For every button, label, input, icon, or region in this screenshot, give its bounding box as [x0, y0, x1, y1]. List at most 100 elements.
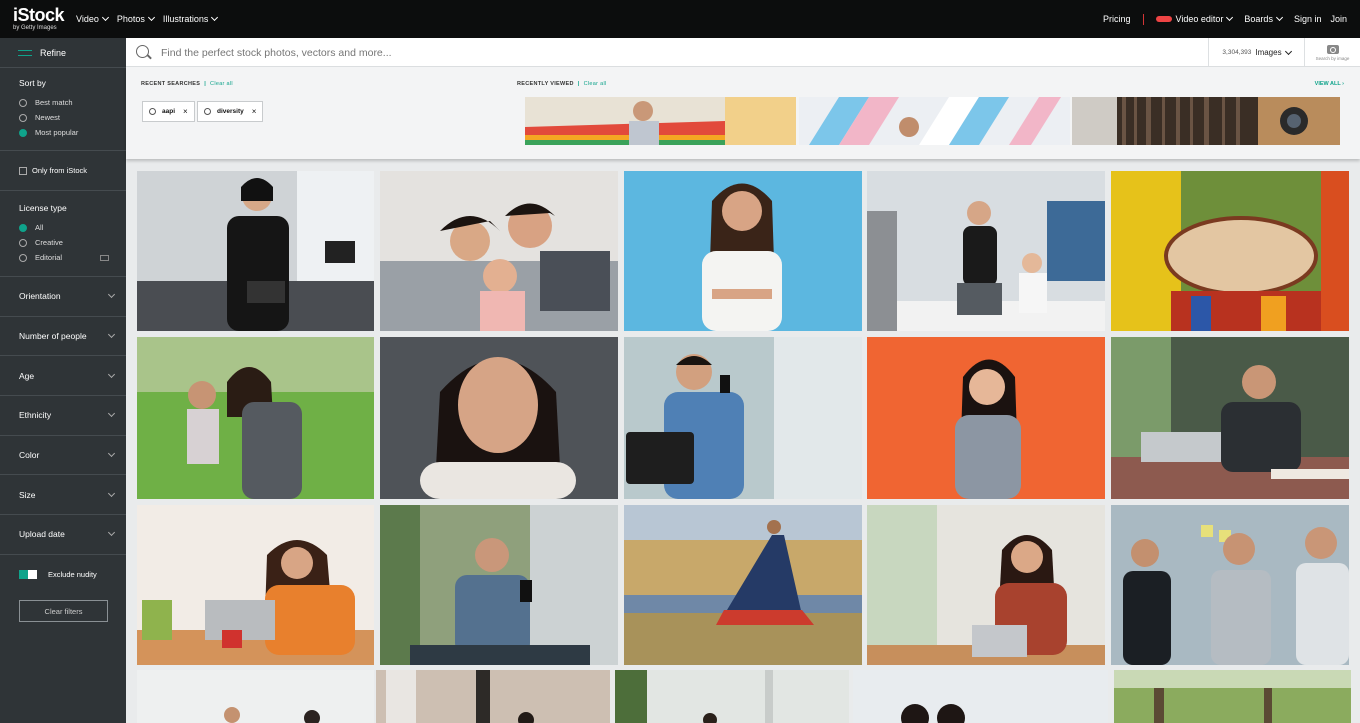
- nav-divider: [1142, 13, 1144, 25]
- result-image[interactable]: [380, 505, 618, 665]
- filter-size[interactable]: Size: [0, 475, 126, 516]
- recent-search-chip[interactable]: aapi ×: [142, 101, 195, 122]
- recently-viewed-thumbnail[interactable]: [525, 97, 796, 145]
- istock-logo[interactable]: iStock by Getty Images: [13, 6, 73, 34]
- photo-indoor-window: [376, 670, 610, 723]
- recently-viewed-thumbnail[interactable]: [799, 97, 1070, 145]
- refine-header[interactable]: Refine: [0, 38, 126, 68]
- result-image[interactable]: [867, 337, 1105, 499]
- video-editor-label: Video editor: [1175, 14, 1224, 24]
- media-type-select[interactable]: 3,304,393 Images: [1208, 38, 1304, 67]
- recent-panel: RECENT SEARCHES | Clear all aapi × diversit…: [126, 67, 1360, 159]
- license-editorial-radio[interactable]: Editorial: [19, 250, 126, 265]
- thumbnail-image: [525, 97, 796, 145]
- photo-woman-office: [137, 171, 374, 331]
- filter-color[interactable]: Color: [0, 436, 126, 476]
- result-image[interactable]: [624, 337, 862, 499]
- photo-man-phone-tablet: [624, 337, 862, 499]
- recent-search-chip[interactable]: diversity ×: [197, 101, 264, 122]
- result-image[interactable]: [137, 505, 374, 665]
- thumbnail-image: [799, 97, 1070, 145]
- result-image[interactable]: [624, 171, 862, 331]
- divider: |: [204, 81, 207, 87]
- search-by-image-button[interactable]: Search by image: [1304, 38, 1360, 67]
- main-nav: Video Photos Illustrations: [76, 0, 226, 38]
- radio-button[interactable]: [19, 98, 27, 107]
- close-icon[interactable]: ×: [183, 107, 188, 116]
- result-image[interactable]: [1111, 171, 1349, 331]
- result-image[interactable]: [624, 505, 862, 665]
- filter-label: Age: [19, 370, 35, 381]
- nav-illustrations[interactable]: Illustrations: [163, 13, 219, 24]
- photo-dancer-prairie: [624, 505, 862, 665]
- recent-searches-header: RECENT SEARCHES | Clear all: [141, 81, 233, 87]
- photo-senior-woman-portrait: [380, 337, 618, 499]
- result-image[interactable]: [867, 505, 1105, 665]
- clear-filters-button[interactable]: Clear filters: [19, 600, 108, 622]
- result-image[interactable]: [137, 171, 374, 331]
- filter-upload-date[interactable]: Upload date: [0, 515, 126, 555]
- exclude-nudity-label: Exclude nudity: [48, 570, 97, 580]
- recently-viewed-title: RECENTLY VIEWED: [517, 81, 574, 87]
- radio-button-selected[interactable]: [19, 223, 27, 232]
- license-type-title: License type: [19, 203, 67, 213]
- result-image[interactable]: [137, 670, 374, 723]
- radio-button-selected[interactable]: [19, 128, 27, 137]
- pricing-link[interactable]: Pricing: [1103, 14, 1131, 24]
- filter-ethnicity[interactable]: Ethnicity: [0, 396, 126, 436]
- radio-button[interactable]: [19, 253, 27, 262]
- filter-orientation[interactable]: Orientation: [0, 277, 126, 317]
- photo-outdoor-group: [137, 670, 374, 723]
- result-image[interactable]: [380, 337, 618, 499]
- filter-sidebar: Refine Sort by Best match Newest Most po…: [0, 38, 126, 723]
- result-image[interactable]: [853, 670, 1108, 723]
- recent-searches-title: RECENT SEARCHES: [141, 81, 201, 87]
- boards-menu[interactable]: Boards: [1244, 13, 1283, 24]
- clear-recently-viewed[interactable]: Clear all: [584, 81, 607, 87]
- license-all-radio[interactable]: All: [19, 220, 126, 235]
- result-image[interactable]: [380, 171, 618, 331]
- radio-label: Best match: [35, 98, 73, 107]
- radio-button[interactable]: [19, 238, 27, 247]
- nav-video[interactable]: Video: [76, 13, 109, 24]
- filter-label: Orientation: [19, 291, 61, 302]
- exclude-nudity-row[interactable]: Exclude nudity: [0, 555, 126, 595]
- license-creative-radio[interactable]: Creative: [19, 235, 126, 250]
- sort-best-match-radio[interactable]: Best match: [19, 95, 126, 110]
- join-link[interactable]: Join: [1330, 14, 1347, 24]
- sort-most-popular-radio[interactable]: Most popular: [19, 125, 126, 140]
- result-image[interactable]: [137, 337, 374, 499]
- radio-button[interactable]: [19, 113, 27, 122]
- result-image[interactable]: [1111, 337, 1349, 499]
- result-image[interactable]: [376, 670, 610, 723]
- only-from-istock-row[interactable]: Only from iStock: [0, 151, 126, 191]
- image-results-grid: [137, 171, 1351, 723]
- filter-number-of-people[interactable]: Number of people: [0, 317, 126, 357]
- result-image[interactable]: [1114, 670, 1351, 723]
- view-all-link[interactable]: VIEW ALL ›: [1315, 81, 1344, 87]
- radio-label: Creative: [35, 238, 63, 247]
- recently-viewed-thumbnail[interactable]: [1072, 97, 1340, 145]
- exclude-nudity-toggle[interactable]: [19, 570, 37, 580]
- sort-newest-radio[interactable]: Newest: [19, 110, 126, 125]
- clear-recent-searches[interactable]: Clear all: [210, 81, 233, 87]
- result-image[interactable]: [867, 171, 1105, 331]
- info-icon[interactable]: [100, 254, 110, 261]
- search-icon[interactable]: [136, 45, 149, 58]
- close-icon[interactable]: ×: [252, 107, 257, 116]
- video-editor-menu[interactable]: Video editor: [1155, 13, 1234, 24]
- nav-photos[interactable]: Photos: [117, 13, 155, 24]
- only-from-istock-checkbox[interactable]: [19, 166, 27, 175]
- chevron-down-icon: [1275, 13, 1283, 22]
- toggle-off-half: [28, 570, 37, 580]
- thumbnail-image: [1072, 97, 1340, 145]
- result-image[interactable]: [615, 670, 849, 723]
- result-image[interactable]: [1111, 505, 1349, 665]
- filter-age[interactable]: Age: [0, 356, 126, 397]
- search-by-image-label: Search by image: [1315, 55, 1350, 61]
- chevron-down-icon: [107, 489, 116, 497]
- photo-mother-child-park: [137, 337, 374, 499]
- sign-in-link[interactable]: Sign in: [1294, 14, 1322, 24]
- search-input[interactable]: [161, 38, 1201, 67]
- photo-two-women: [853, 670, 1108, 723]
